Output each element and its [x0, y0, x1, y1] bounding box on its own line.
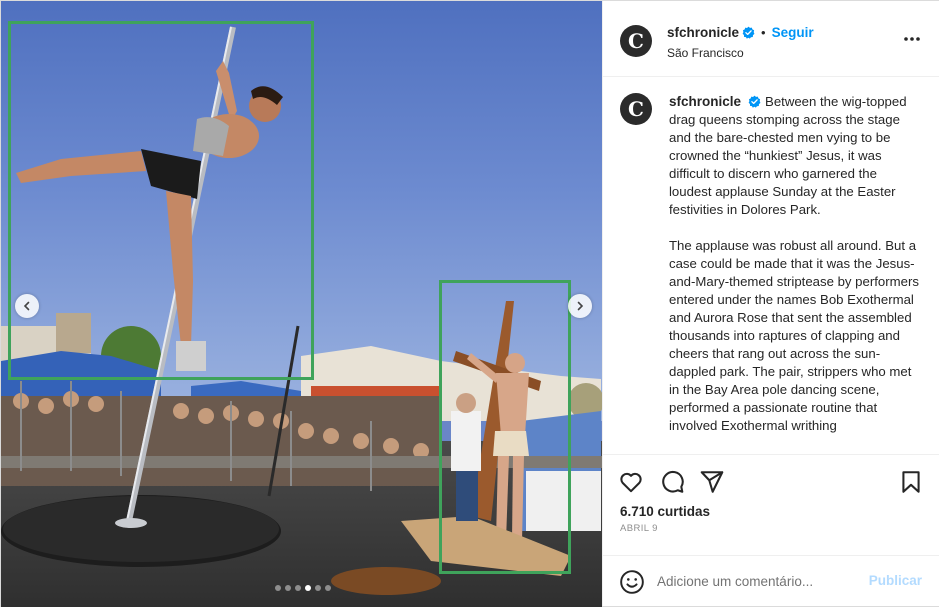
post-media[interactable] — [1, 1, 602, 607]
caption-avatar[interactable]: C — [620, 93, 652, 125]
carousel-indicator — [275, 585, 331, 591]
follow-button[interactable]: Seguir — [772, 25, 814, 40]
heart-icon[interactable] — [618, 469, 644, 495]
header-username[interactable]: sfchronicle — [667, 25, 739, 40]
carousel-dot — [285, 585, 291, 591]
carousel-prev-button[interactable] — [15, 294, 39, 318]
carousel-dot — [275, 585, 281, 591]
post-side-panel: C sfchronicle • Seguir São Francisco C s… — [602, 1, 939, 606]
carousel-dot — [325, 585, 331, 591]
photo-crowd — [1, 396, 441, 486]
smiley-icon[interactable] — [619, 569, 645, 595]
caption-avatar-logo-letter: C — [628, 97, 644, 121]
caption-paragraph-1: sfchronicle Between the wig-topped drag … — [669, 93, 921, 219]
caption-paragraph-2: The applause was robust all around. But … — [669, 238, 919, 433]
caption-section: C sfchronicle Between the wig-topped dra… — [603, 78, 939, 455]
chevron-right-icon — [577, 301, 584, 311]
publish-button[interactable]: Publicar — [869, 573, 922, 588]
photo-barricade — [1, 456, 602, 468]
photo-straw — [331, 567, 441, 595]
comment-bubble-icon[interactable] — [659, 469, 685, 495]
chevron-left-icon — [23, 301, 30, 311]
more-options-icon[interactable] — [902, 31, 922, 47]
carousel-dot — [295, 585, 301, 591]
photo-tower — [56, 313, 91, 353]
post-caption: sfchronicle Between the wig-topped drag … — [669, 93, 921, 453]
paper-plane-icon[interactable] — [699, 469, 725, 495]
verified-badge-icon — [742, 26, 755, 39]
post-location[interactable]: São Francisco — [667, 46, 744, 60]
carousel-next-button[interactable] — [568, 294, 592, 318]
carousel-dot — [315, 585, 321, 591]
likes-count[interactable]: 6.710 curtidas — [620, 504, 710, 519]
post-date[interactable]: ABRIL 9 — [620, 523, 658, 534]
avatar-logo-letter: C — [628, 29, 644, 53]
header-separator: • — [761, 25, 766, 40]
bookmark-icon[interactable] — [898, 469, 924, 495]
instagram-post-modal: C sfchronicle • Seguir São Francisco C s… — [0, 0, 939, 607]
post-actions — [603, 467, 939, 499]
caption-text: Between the wig-topped drag queens stomp… — [669, 94, 907, 217]
carousel-dot — [305, 585, 311, 591]
photo-tent-white — [526, 471, 601, 531]
comment-bar: Publicar — [603, 555, 939, 606]
avatar[interactable]: C — [620, 25, 652, 57]
caption-username[interactable]: sfchronicle — [669, 94, 741, 109]
post-photo — [1, 26, 602, 595]
comment-input[interactable] — [657, 570, 857, 592]
photo-photographer — [451, 393, 481, 521]
post-header: C sfchronicle • Seguir São Francisco — [603, 1, 939, 77]
header-name-row: sfchronicle • Seguir — [667, 25, 814, 40]
verified-badge-icon — [748, 95, 761, 108]
